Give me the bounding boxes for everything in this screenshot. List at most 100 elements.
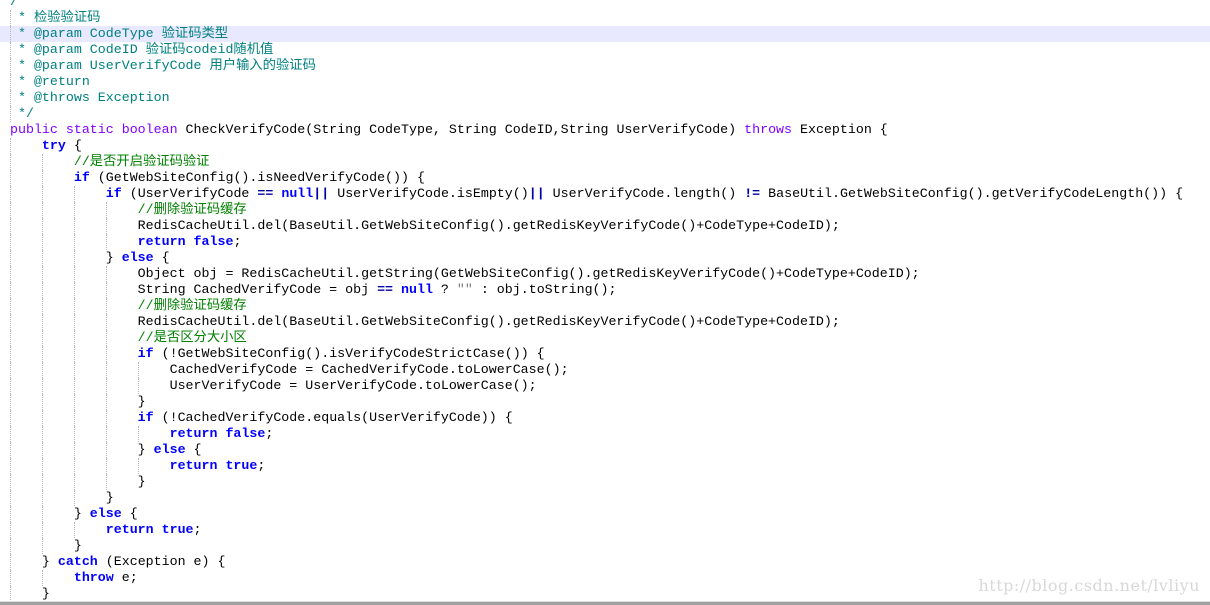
indent-guide xyxy=(10,570,11,586)
indent-guide xyxy=(42,234,43,250)
code-line[interactable]: * @return xyxy=(0,74,1210,90)
indent-guide xyxy=(10,586,11,602)
code-line[interactable]: } else { xyxy=(0,506,1210,522)
code-line[interactable]: */ xyxy=(0,106,1210,122)
indent-guide xyxy=(74,378,75,394)
javadoc-token: * @throws Exception xyxy=(10,90,170,105)
indent-guide xyxy=(74,474,75,490)
indent-guide xyxy=(10,522,11,538)
indent-guide xyxy=(42,362,43,378)
code-line[interactable]: if (!GetWebSiteConfig().isVerifyCodeStri… xyxy=(0,346,1210,362)
indent-guide xyxy=(42,442,43,458)
code-line[interactable]: RedisCacheUtil.del(BaseUtil.GetWebSiteCo… xyxy=(0,218,1210,234)
indent-guide xyxy=(138,362,139,378)
indent-guide xyxy=(42,458,43,474)
code-line[interactable]: //是否开启验证码验证 xyxy=(0,154,1210,170)
indent-guide xyxy=(10,378,11,394)
keyword-token: null xyxy=(281,186,314,201)
keyword-token: null xyxy=(401,282,433,297)
code-token: RedisCacheUtil.del(BaseUtil.GetWebSiteCo… xyxy=(10,314,840,329)
code-token: } xyxy=(10,490,114,505)
code-line[interactable]: * @param CodeID 验证码codeid随机值 xyxy=(0,42,1210,58)
code-editor[interactable]: /** * 检验验证码 * @param CodeType 验证码类型 * @p… xyxy=(0,0,1210,602)
code-line[interactable]: public static boolean CheckVerifyCode(St… xyxy=(0,122,1210,138)
indent-guide xyxy=(10,42,11,58)
keyword-token: if xyxy=(105,186,122,201)
code-line[interactable]: * @throws Exception xyxy=(0,90,1210,106)
indent-guide xyxy=(10,474,11,490)
code-line[interactable]: } else { xyxy=(0,442,1210,458)
comment-token: //是否开启验证码验证 xyxy=(73,154,210,169)
indent-guide xyxy=(10,234,11,250)
indent-guide xyxy=(74,522,75,538)
comment-token: //删除验证码缓存 xyxy=(137,202,247,217)
code-line[interactable]: * @param CodeType 验证码类型 xyxy=(0,26,1210,42)
code-token: CheckVerifyCode(String CodeType, String … xyxy=(177,122,745,137)
code-token: } xyxy=(10,538,82,553)
indent-guide xyxy=(10,314,11,330)
indent-guide xyxy=(10,170,11,186)
code-line[interactable]: } catch (Exception e) { xyxy=(0,554,1210,570)
code-token: (GetWebSiteConfig().isNeedVerifyCode()) … xyxy=(89,170,425,185)
javadoc-token: * 检验验证码 xyxy=(10,10,101,25)
indent-guide xyxy=(74,490,75,506)
code-line[interactable]: /** xyxy=(0,0,1210,10)
code-line[interactable]: } xyxy=(0,474,1210,490)
indent-guide xyxy=(42,538,43,554)
code-token: } xyxy=(10,586,50,601)
keyword-token: if xyxy=(137,346,154,361)
code-line[interactable]: if (UserVerifyCode == null|| UserVerifyC… xyxy=(0,186,1210,202)
code-line[interactable]: if (GetWebSiteConfig().isNeedVerifyCode(… xyxy=(0,170,1210,186)
code-line[interactable]: return true; xyxy=(0,458,1210,474)
code-line[interactable]: } xyxy=(0,394,1210,410)
indent-guide xyxy=(42,506,43,522)
code-line[interactable]: } xyxy=(0,490,1210,506)
code-line[interactable]: //是否区分大小区 xyxy=(0,330,1210,346)
indent-guide xyxy=(74,394,75,410)
code-token: (Exception e) { xyxy=(97,554,226,569)
operator-token: || xyxy=(313,186,330,201)
code-line[interactable]: Object obj = RedisCacheUtil.getString(Ge… xyxy=(0,266,1210,282)
indent-guide xyxy=(74,362,75,378)
indent-guide xyxy=(10,298,11,314)
horizontal-scrollbar[interactable] xyxy=(0,601,1210,605)
indent-guide xyxy=(74,458,75,474)
code-line[interactable]: String CachedVerifyCode = obj == null ? … xyxy=(0,282,1210,298)
code-line[interactable]: return false; xyxy=(0,426,1210,442)
code-line[interactable]: try { xyxy=(0,138,1210,154)
indent-guide xyxy=(106,378,107,394)
code-line[interactable]: if (!CachedVerifyCode.equals(UserVerifyC… xyxy=(0,410,1210,426)
operator-token: || xyxy=(528,186,545,201)
indent-guide xyxy=(10,426,11,442)
indent-guide xyxy=(106,346,107,362)
code-line[interactable]: * 检验验证码 xyxy=(0,10,1210,26)
indent-guide xyxy=(10,106,11,122)
code-line[interactable]: UserVerifyCode = UserVerifyCode.toLowerC… xyxy=(0,378,1210,394)
code-line[interactable]: return true; xyxy=(0,522,1210,538)
indent-guide xyxy=(10,250,11,266)
comment-token: //删除验证码缓存 xyxy=(137,298,247,313)
indent-guide xyxy=(42,202,43,218)
code-line[interactable]: //删除验证码缓存 xyxy=(0,202,1210,218)
indent-guide xyxy=(10,10,11,26)
code-token: ; xyxy=(233,234,242,249)
indent-guide xyxy=(106,234,107,250)
code-line[interactable]: } else { xyxy=(0,250,1210,266)
indent-guide xyxy=(10,554,11,570)
javadoc-token: * @param CodeID 验证码codeid随机值 xyxy=(10,42,274,57)
code-line[interactable]: //删除验证码缓存 xyxy=(0,298,1210,314)
code-line[interactable]: RedisCacheUtil.del(BaseUtil.GetWebSiteCo… xyxy=(0,314,1210,330)
indent-guide xyxy=(10,538,11,554)
code-line[interactable]: } xyxy=(0,538,1210,554)
indent-guide xyxy=(42,410,43,426)
indent-guide xyxy=(42,250,43,266)
code-line[interactable]: CachedVerifyCode = CachedVerifyCode.toLo… xyxy=(0,362,1210,378)
code-line[interactable]: return false; xyxy=(0,234,1210,250)
indent-guide xyxy=(10,442,11,458)
indent-guide xyxy=(10,506,11,522)
code-line[interactable]: * @param UserVerifyCode 用户输入的验证码 xyxy=(0,58,1210,74)
